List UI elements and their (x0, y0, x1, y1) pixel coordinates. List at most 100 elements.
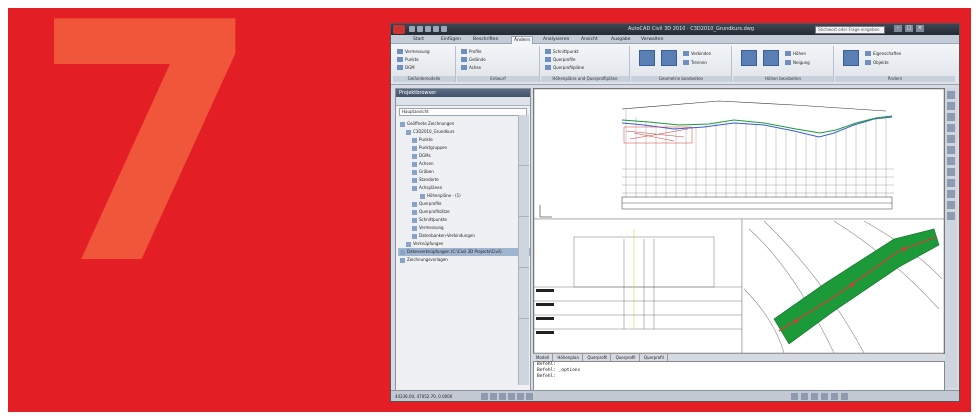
tab-layout-4[interactable]: Querprofil (641, 354, 668, 361)
help-search-input[interactable]: Stichwort oder Frage eingeben (815, 26, 885, 34)
workspace-icon[interactable] (821, 393, 828, 400)
ribbon-button-objects[interactable]: Objekte (865, 59, 889, 66)
tab-view[interactable]: Ansicht (579, 36, 600, 43)
draw-circle-icon[interactable] (947, 179, 955, 187)
tree-item-sites[interactable]: Standorte (398, 176, 530, 184)
properties-icon[interactable] (843, 50, 859, 66)
application-window: AutoCAD Civil 3D 2010 · C3D2010_Grundkur… (390, 23, 960, 402)
ribbon-button-break[interactable]: Trennen (683, 59, 707, 66)
ribbon-button-elevations[interactable]: Höhen (785, 50, 806, 57)
model-space-icon[interactable] (791, 393, 798, 400)
snap-icon[interactable] (481, 393, 488, 400)
break-icon[interactable] (661, 50, 677, 66)
join-icon[interactable] (639, 50, 655, 66)
ribbon-button-section-views[interactable]: Querprofilpläne (545, 64, 584, 71)
osnap-icon[interactable] (517, 393, 524, 400)
tree-item-data-shortcuts[interactable]: Datenverknüpfungen (C:\Civil 3D Projects… (398, 248, 530, 256)
hatch-icon[interactable] (947, 201, 955, 209)
tree-item-survey[interactable]: Vermessung (398, 224, 530, 232)
ribbon: Vermessung Punkte DGM Geländemodelle Pro… (391, 44, 959, 85)
profile-viewport[interactable] (533, 88, 945, 220)
tab-annotate[interactable]: Beschriften (471, 36, 501, 43)
tab-output[interactable]: Ausgabe (609, 36, 633, 43)
grid-icon[interactable] (490, 393, 497, 400)
tab-manage[interactable]: Verwalten (639, 36, 665, 43)
tree-item-references[interactable]: Verknüpfungen (398, 240, 530, 248)
tab-start[interactable]: Start (411, 36, 426, 43)
open-file-icon[interactable] (417, 26, 423, 32)
undo-icon[interactable] (433, 26, 439, 32)
ortho-icon[interactable] (499, 393, 506, 400)
tab-modify[interactable]: Ändern (511, 36, 534, 44)
showmotion-icon[interactable] (947, 135, 955, 143)
orbit-icon[interactable] (947, 113, 955, 121)
tree-item-ditches[interactable]: Gräben (398, 168, 530, 176)
tree-item-intersections[interactable]: Schnittpunkte (398, 216, 530, 224)
tree-item-section-sets[interactable]: Querprofilsätze (398, 208, 530, 216)
tab-prospector[interactable] (519, 115, 529, 166)
ribbon-button-grade[interactable]: Neigung (785, 59, 810, 66)
close-button[interactable]: × (916, 25, 924, 32)
tree-item-sections[interactable]: Querprofile (398, 200, 530, 208)
tree-item-points[interactable]: Punkte (398, 136, 530, 144)
pan-icon[interactable] (947, 91, 955, 99)
lock-icon[interactable] (831, 393, 838, 400)
tree-item-point-groups[interactable]: Punktgruppen (398, 144, 530, 152)
zoom-icon[interactable] (947, 102, 955, 110)
tab-insert[interactable]: Einfügen (439, 36, 463, 43)
tree-item-drawing-templates[interactable]: Zeichnungsvorlagen (398, 256, 530, 264)
quick-view-icon[interactable] (801, 393, 808, 400)
tree-item-open-drawings[interactable]: Geöffnete Zeichnungen (398, 120, 530, 128)
command-prompt[interactable]: Befehl: (534, 374, 944, 380)
polar-icon[interactable] (508, 393, 515, 400)
tree-item-profile-views[interactable]: Höhenpläne - (1) (398, 192, 530, 200)
draw-polyline-icon[interactable] (947, 168, 955, 176)
tab-layout-2[interactable]: Querprofil (584, 354, 612, 361)
otrack-icon[interactable] (526, 393, 533, 400)
tree-item-database-links[interactable]: Datenbanken-Verbindungen (398, 232, 530, 240)
drawing-canvas[interactable] (533, 88, 945, 354)
ribbon-button-properties[interactable]: Eigenschaften (865, 50, 901, 57)
save-icon[interactable] (425, 26, 431, 32)
new-file-icon[interactable] (409, 26, 415, 32)
tab-toolbox[interactable] (519, 268, 529, 319)
drawing-content (533, 88, 945, 354)
tab-settings[interactable] (519, 166, 529, 217)
annotation-scale-icon[interactable] (811, 393, 818, 400)
section-viewport[interactable] (533, 218, 743, 354)
chapter-number: 7 (32, 0, 262, 337)
tab-survey[interactable] (519, 217, 529, 268)
tree-item-drawing[interactable]: C3D2010_Grundkurs (398, 128, 530, 136)
layer-icon[interactable] (947, 146, 955, 154)
tree-item-surfaces[interactable]: DGMs (398, 152, 530, 160)
ribbon-button-profiles[interactable]: Profile (461, 48, 481, 55)
draw-line-icon[interactable] (947, 157, 955, 165)
ribbon-button-survey[interactable]: Vermessung (397, 48, 430, 55)
minimize-button[interactable]: – (894, 25, 902, 32)
draw-arc-icon[interactable] (947, 190, 955, 198)
ribbon-button-alignment[interactable]: Achse (461, 64, 481, 71)
steering-wheel-icon[interactable] (947, 124, 955, 132)
tree-item-alignment-plans[interactable]: Achsplänen (398, 184, 530, 192)
status-bar: 44236.04, 47052.70, 0.0000 (391, 390, 959, 401)
elevation-icon[interactable] (741, 50, 757, 66)
tab-analyze[interactable]: Analysieren (541, 36, 571, 43)
ribbon-button-join[interactable]: Verbinden (683, 50, 711, 57)
clean-screen-icon[interactable] (841, 393, 848, 400)
redo-icon[interactable] (441, 26, 447, 32)
ribbon-button-terrain[interactable]: Gelände (461, 56, 486, 63)
ribbon-button-dgm[interactable]: DGM (397, 64, 415, 71)
application-menu-button[interactable] (393, 25, 405, 34)
ribbon-button-intersection[interactable]: Schnittpunkt (545, 48, 579, 55)
text-icon[interactable] (947, 212, 955, 220)
tab-layout-3[interactable]: Querprofil (613, 354, 640, 361)
command-line[interactable]: Befehl: Befehl: _options Befehl: (533, 361, 945, 391)
tab-model[interactable]: Modell (533, 354, 554, 361)
grade-icon[interactable] (763, 50, 779, 66)
maximize-button[interactable]: □ (905, 25, 913, 32)
tree-item-alignments[interactable]: Achsen (398, 160, 530, 168)
ribbon-button-sections[interactable]: Querprofile (545, 56, 575, 63)
ribbon-button-points[interactable]: Punkte (397, 56, 419, 63)
tab-layout-1[interactable]: Höhenplan (554, 354, 584, 361)
toolspace-view-select[interactable]: Hauptansicht (399, 108, 527, 116)
